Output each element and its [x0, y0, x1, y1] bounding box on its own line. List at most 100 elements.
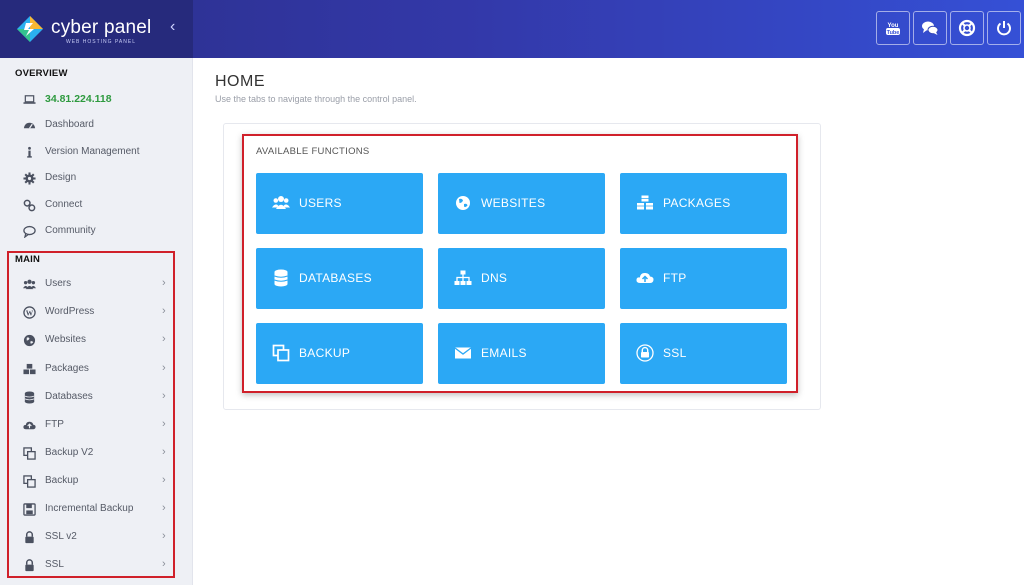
- lock-icon: [635, 343, 655, 363]
- brand-subtitle: WEB HOSTING PANEL: [66, 39, 136, 45]
- tile-label: WEBSITES: [481, 196, 546, 210]
- cyberpanel-logo-icon: [17, 16, 43, 42]
- sidebar-item-label: SSL: [45, 559, 64, 570]
- tile-dns[interactable]: DNS: [438, 248, 605, 309]
- chevron-right-icon: ›: [162, 390, 166, 402]
- sidebar-item-label: Version Management: [45, 146, 140, 157]
- svg-text:Tube: Tube: [887, 30, 900, 36]
- chat-button[interactable]: [913, 11, 947, 45]
- chevron-right-icon: ›: [162, 305, 166, 317]
- chevron-right-icon: ›: [162, 474, 166, 486]
- tile-label: SSL: [663, 346, 687, 360]
- lock-icon: [22, 558, 36, 572]
- lock-icon: [22, 530, 36, 544]
- info-icon: [22, 145, 36, 159]
- sidebar-item-label: Databases: [45, 391, 93, 402]
- sidebar-item-label: Users: [45, 278, 72, 289]
- sidebar-heading-overview: OVERVIEW: [15, 68, 68, 79]
- sidebar-item-ssl-v2[interactable]: SSL v2 ›: [0, 524, 180, 550]
- sidebar-item-websites[interactable]: Websites ›: [0, 327, 180, 353]
- sidebar-item-label: Dashboard: [45, 119, 94, 130]
- envelope-icon: [453, 343, 473, 363]
- sidebar-item-incremental-backup[interactable]: Incremental Backup ›: [0, 496, 180, 522]
- sidebar-item-version-management[interactable]: Version Management: [0, 139, 180, 165]
- chevron-right-icon: ›: [162, 333, 166, 345]
- tile-emails[interactable]: EMAILS: [438, 323, 605, 384]
- sidebar-item-server-ip[interactable]: 34.81.224.118: [0, 86, 180, 112]
- tile-databases[interactable]: DATABASES: [256, 248, 423, 309]
- cloud-upload-icon: [635, 268, 655, 288]
- cubes-icon: [22, 362, 36, 376]
- sidebar-item-wordpress[interactable]: W WordPress ›: [0, 299, 180, 325]
- tile-packages[interactable]: PACKAGES: [620, 173, 787, 234]
- tile-label: PACKAGES: [663, 196, 731, 210]
- users-icon: [271, 193, 291, 213]
- sidebar-item-label: Incremental Backup: [45, 503, 134, 514]
- chevron-right-icon: ›: [162, 446, 166, 458]
- tile-label: EMAILS: [481, 346, 527, 360]
- users-icon: [22, 277, 36, 291]
- sidebar-item-databases[interactable]: Databases ›: [0, 384, 180, 410]
- sidebar-item-label: 34.81.224.118: [45, 93, 112, 105]
- globe-icon: [453, 193, 473, 213]
- comments-icon: [22, 224, 36, 238]
- sidebar-item-label: Community: [45, 225, 96, 236]
- support-button[interactable]: [950, 11, 984, 45]
- page-title: HOME: [215, 73, 265, 90]
- chat-icon: [922, 21, 939, 35]
- logout-button[interactable]: [987, 11, 1021, 45]
- page-subtitle: Use the tabs to navigate through the con…: [215, 94, 417, 104]
- cloud-upload-icon: [22, 418, 36, 432]
- chevron-right-icon: ›: [162, 502, 166, 514]
- database-icon: [271, 268, 291, 288]
- sidebar-item-label: FTP: [45, 419, 64, 430]
- youtube-button[interactable]: You Tube: [876, 11, 910, 45]
- sidebar-item-label: Websites: [45, 334, 86, 345]
- copy-icon: [22, 446, 36, 460]
- tile-label: USERS: [299, 196, 342, 210]
- sidebar-item-dashboard[interactable]: Dashboard: [0, 112, 180, 138]
- globe-icon: [22, 333, 36, 347]
- gear-icon: [22, 171, 36, 185]
- wordpress-icon: W: [22, 305, 36, 319]
- youtube-icon: You Tube: [886, 23, 900, 36]
- copy-icon: [22, 474, 36, 488]
- cubes-icon: [635, 193, 655, 213]
- sidebar-heading-main: MAIN: [15, 254, 41, 265]
- sidebar-item-label: WordPress: [45, 306, 95, 317]
- chevron-right-icon: ›: [162, 530, 166, 542]
- tile-backup[interactable]: BACKUP: [256, 323, 423, 384]
- copy-icon: [271, 343, 291, 363]
- chevron-right-icon: ›: [162, 362, 166, 374]
- sidebar-collapse-icon[interactable]: ‹: [170, 18, 175, 36]
- sidebar-item-label: Connect: [45, 199, 83, 210]
- tile-label: BACKUP: [299, 346, 351, 360]
- lifebuoy-icon: [958, 19, 976, 37]
- sidebar-item-ssl[interactable]: SSL ›: [0, 552, 180, 578]
- sidebar-item-users[interactable]: Users ›: [0, 271, 180, 297]
- database-icon: [22, 390, 36, 404]
- tile-ftp[interactable]: FTP: [620, 248, 787, 309]
- sidebar-item-label: Backup: [45, 475, 79, 486]
- sidebar-item-backup[interactable]: Backup ›: [0, 468, 180, 494]
- sidebar-item-design[interactable]: Design: [0, 165, 180, 191]
- chevron-right-icon: ›: [162, 277, 166, 289]
- svg-text:W: W: [25, 308, 33, 317]
- tile-ssl[interactable]: SSL: [620, 323, 787, 384]
- chevron-right-icon: ›: [162, 558, 166, 570]
- sidebar-item-label: Design: [45, 172, 77, 183]
- sidebar-item-packages[interactable]: Packages ›: [0, 356, 180, 382]
- tile-label: DATABASES: [299, 271, 372, 285]
- sidebar-item-label: Packages: [45, 363, 89, 374]
- chevron-right-icon: ›: [162, 418, 166, 430]
- sidebar-item-community[interactable]: Community: [0, 218, 180, 244]
- tile-users[interactable]: USERS: [256, 173, 423, 234]
- sidebar-item-connect[interactable]: Connect: [0, 192, 180, 218]
- sidebar-item-label: Backup V2: [45, 447, 94, 458]
- tile-label: DNS: [481, 271, 508, 285]
- sidebar-item-backup-v2[interactable]: Backup V2 ›: [0, 440, 180, 466]
- link-icon: [22, 198, 36, 212]
- sidebar-item-ftp[interactable]: FTP ›: [0, 412, 180, 438]
- power-icon: [997, 21, 1011, 36]
- tile-websites[interactable]: WEBSITES: [438, 173, 605, 234]
